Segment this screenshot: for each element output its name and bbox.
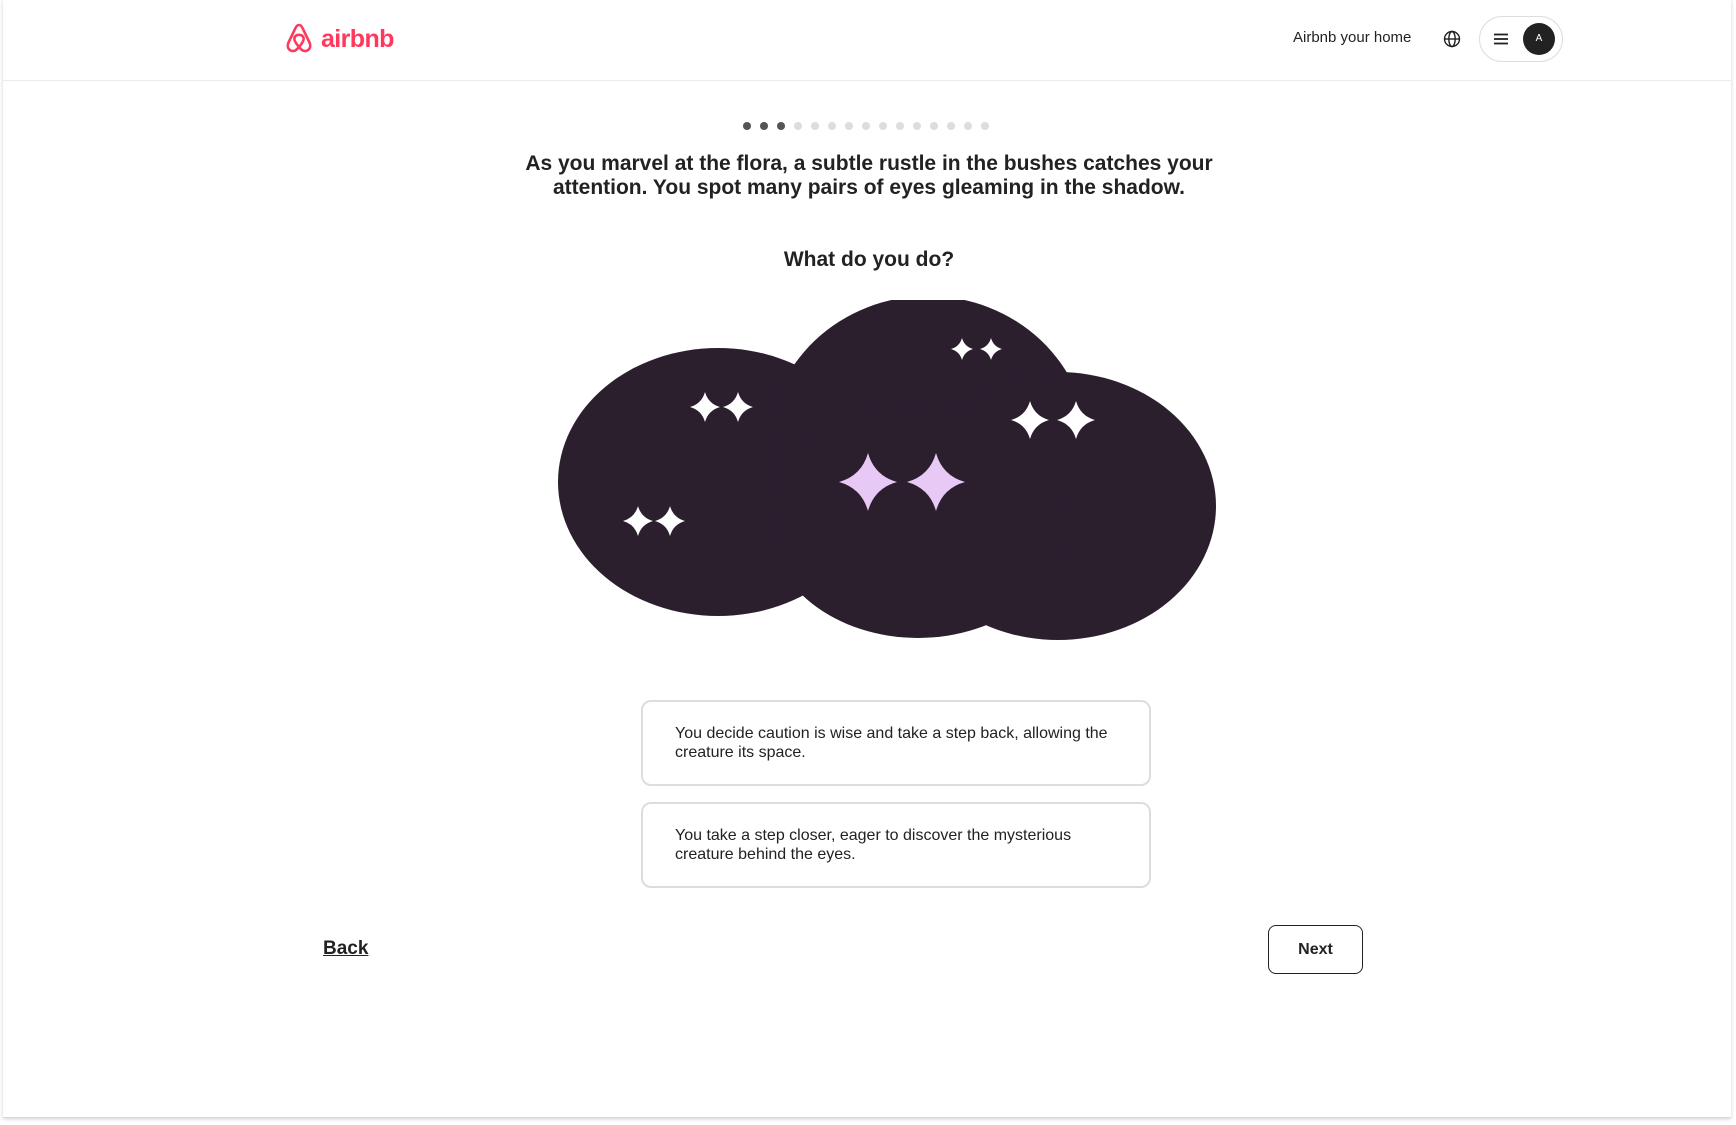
progress-dot xyxy=(811,122,819,130)
progress-dot xyxy=(879,122,887,130)
airbnb-logo[interactable]: airbnb xyxy=(283,22,394,56)
avatar: A xyxy=(1523,23,1555,55)
answer-option-label: You take a step closer, eager to discove… xyxy=(675,827,1072,863)
progress-dot xyxy=(896,122,904,130)
progress-dot xyxy=(777,122,785,130)
cloud-shape xyxy=(558,300,1216,640)
page: airbnb Airbnb your home A As you marvel … xyxy=(3,0,1731,1118)
answer-option-step-back[interactable]: You decide caution is wise and take a st… xyxy=(641,700,1151,786)
globe-icon[interactable] xyxy=(1443,30,1461,48)
user-menu-button[interactable]: A xyxy=(1479,16,1563,62)
logo-wordmark: airbnb xyxy=(321,24,394,53)
next-button[interactable]: Next xyxy=(1268,925,1363,974)
progress-dot xyxy=(743,122,751,130)
airbnb-your-home-link[interactable]: Airbnb your home xyxy=(1293,29,1411,46)
progress-dot xyxy=(964,122,972,130)
menu-icon xyxy=(1494,33,1508,45)
progress-indicator xyxy=(743,122,989,130)
progress-dot xyxy=(828,122,836,130)
progress-dot xyxy=(845,122,853,130)
airbnb-logo-icon xyxy=(286,23,312,53)
back-button[interactable]: Back xyxy=(323,938,368,960)
progress-dot xyxy=(913,122,921,130)
progress-dot xyxy=(981,122,989,130)
progress-dot xyxy=(862,122,870,130)
question-text: As you marvel at the flora, a subtle rus… xyxy=(525,152,1213,199)
progress-dot xyxy=(947,122,955,130)
question-prompt: What do you do? xyxy=(783,248,955,271)
progress-dot xyxy=(930,122,938,130)
shadow-eyes-illustration xyxy=(558,300,1216,640)
progress-dot xyxy=(760,122,768,130)
answer-option-label: You decide caution is wise and take a st… xyxy=(675,725,1108,761)
progress-dot xyxy=(794,122,802,130)
answer-option-step-closer[interactable]: You take a step closer, eager to discove… xyxy=(641,802,1151,888)
top-header: airbnb Airbnb your home A xyxy=(3,0,1731,81)
